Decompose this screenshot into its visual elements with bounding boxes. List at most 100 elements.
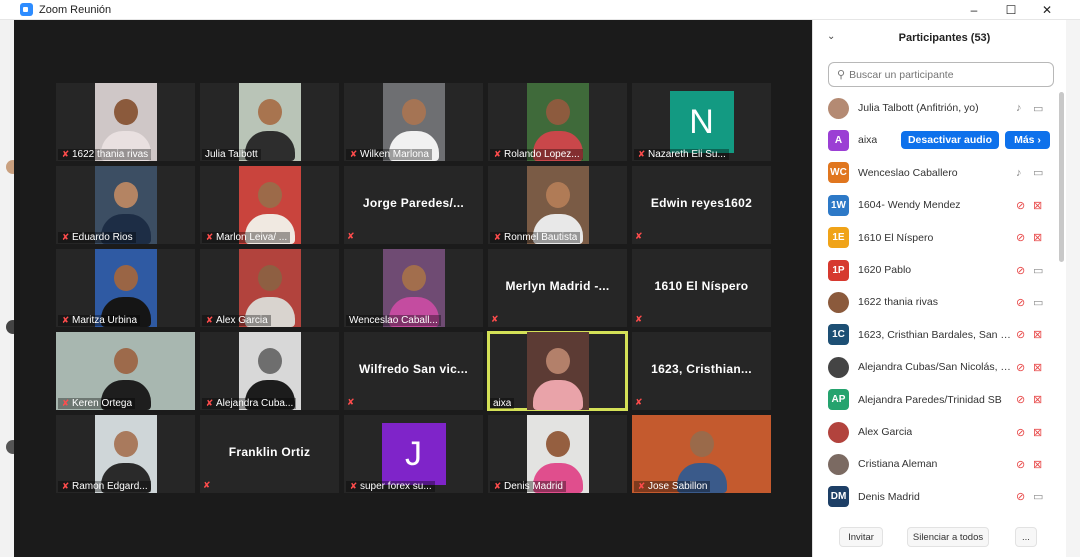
participant-face bbox=[545, 431, 570, 457]
participant-search-input[interactable] bbox=[849, 68, 1040, 81]
more-options-button[interactable]: ... bbox=[1015, 527, 1037, 547]
video-tile[interactable]: ✘ Denis Madrid bbox=[488, 415, 627, 493]
participant-face bbox=[257, 348, 282, 374]
participant-row[interactable]: AP Alejandra Paredes/Trinidad SB ⊘ ⊠ bbox=[813, 384, 1067, 416]
close-button[interactable]: ✕ bbox=[1030, 0, 1064, 20]
mic-muted-icon[interactable]: ⊘ bbox=[1016, 458, 1025, 471]
mic-muted-icon[interactable]: ⊘ bbox=[1016, 490, 1025, 503]
participant-row[interactable]: Aaixa Desactivar audio Más › bbox=[813, 124, 1067, 156]
mute-participant-button[interactable]: Desactivar audio bbox=[901, 131, 999, 150]
participant-row[interactable]: 1E 1610 El Níspero ⊘ ⊠ bbox=[813, 222, 1067, 254]
video-tile[interactable]: N ✘ Nazareth Eli Su... bbox=[632, 83, 771, 161]
participant-row[interactable]: Alejandra Cubas/San Nicolás, SB. ⊘ ⊠ bbox=[813, 351, 1067, 383]
mic-muted-icon[interactable]: ⊘ bbox=[1016, 361, 1025, 374]
video-tile[interactable]: aixa bbox=[487, 331, 628, 411]
mic-muted-icon[interactable]: ⊘ bbox=[1016, 199, 1025, 212]
minimize-button[interactable]: – bbox=[957, 0, 991, 20]
camera-off-icon[interactable]: ⊠ bbox=[1033, 231, 1042, 244]
video-tile[interactable]: ✘ Wilken Marlona bbox=[344, 83, 483, 161]
participant-row[interactable]: DM Denis Madrid ⊘ ▭ bbox=[813, 481, 1067, 513]
desktop-background-right bbox=[1066, 20, 1080, 557]
video-tile[interactable]: ✘ Alejandra Cuba... bbox=[200, 332, 339, 410]
participant-name: Julia Talbott bbox=[205, 149, 258, 160]
participant-name-placeholder: Merlyn Madrid -... bbox=[505, 279, 610, 293]
video-tile[interactable]: Wilfredo San vic... ✘ bbox=[344, 332, 483, 410]
camera-off-icon[interactable]: ⊠ bbox=[1033, 328, 1042, 341]
video-tile[interactable]: 1623, Cristhian... ✘ bbox=[632, 332, 771, 410]
video-tile[interactable]: 1610 El Níspero ✘ bbox=[632, 249, 771, 327]
video-tile[interactable]: Merlyn Madrid -... ✘ bbox=[488, 249, 627, 327]
participant-name: aixa bbox=[858, 134, 878, 147]
participant-row[interactable]: Alex Garcia ⊘ ⊠ bbox=[813, 416, 1067, 448]
camera-icon[interactable]: ▭ bbox=[1033, 264, 1043, 277]
participant-name: 1622 thania rivas bbox=[858, 296, 938, 309]
participant-name: 1623, Cristhian Bardales, San Pe... bbox=[858, 328, 1013, 341]
participant-avatar: A bbox=[828, 129, 849, 151]
video-tile[interactable]: Jorge Paredes/... ✘ bbox=[344, 166, 483, 244]
video-tile[interactable]: ✘ Rolando Lopez... bbox=[488, 83, 627, 161]
video-tile[interactable]: ✘ Keren Ortega bbox=[56, 332, 195, 410]
mic-muted-icon[interactable]: ⊘ bbox=[1016, 264, 1025, 277]
more-participant-button[interactable]: Más › bbox=[1005, 131, 1050, 150]
mic-muted-icon[interactable]: ⊘ bbox=[1016, 231, 1025, 244]
participant-row[interactable]: WC Wenceslao Caballero ♪ ▭ bbox=[813, 157, 1067, 189]
participant-name-placeholder: Jorge Paredes/... bbox=[362, 196, 465, 210]
camera-off-icon[interactable]: ⊠ bbox=[1033, 458, 1042, 471]
participant-name: 1610 El Níspero bbox=[858, 231, 934, 244]
video-tile[interactable]: Wenceslao Caball... bbox=[344, 249, 483, 327]
camera-off-icon[interactable]: ⊠ bbox=[1033, 393, 1042, 406]
camera-off-icon[interactable]: ⊠ bbox=[1033, 426, 1042, 439]
camera-icon[interactable]: ▭ bbox=[1033, 102, 1043, 115]
mic-muted-icon[interactable]: ⊘ bbox=[1016, 296, 1025, 309]
participant-name-placeholder: Edwin reyes1602 bbox=[650, 196, 753, 210]
mic-muted-icon: ✘ bbox=[493, 481, 502, 491]
camera-icon[interactable]: ▭ bbox=[1033, 166, 1043, 179]
participant-row[interactable]: Julia Talbott (Anfitrión, yo) ♪ ▭ bbox=[813, 92, 1067, 124]
participant-name: Ramon Edgard... bbox=[72, 481, 148, 492]
video-tile[interactable]: ✘ Ronmel Bautista bbox=[488, 166, 627, 244]
video-tile[interactable]: ✘ Alex Garcia bbox=[200, 249, 339, 327]
video-tile[interactable]: Julia Talbott bbox=[200, 83, 339, 161]
desktop-background-left bbox=[0, 20, 20, 557]
participant-name-placeholder: 1610 El Níspero bbox=[654, 279, 749, 293]
participant-face bbox=[113, 182, 138, 208]
scrollbar-thumb[interactable] bbox=[1059, 92, 1064, 262]
participant-name-label: ✘ Ramon Edgard... bbox=[58, 481, 151, 492]
participant-avatar: 1C bbox=[828, 324, 849, 346]
video-tile[interactable]: ✘ Ramon Edgard... bbox=[56, 415, 195, 493]
chevron-down-icon[interactable]: ⌄ bbox=[827, 31, 835, 42]
participant-avatar bbox=[828, 97, 849, 119]
camera-icon[interactable]: ▭ bbox=[1033, 296, 1043, 309]
video-tile[interactable]: Edwin reyes1602 ✘ bbox=[632, 166, 771, 244]
microphone-icon[interactable]: ♪ bbox=[1016, 102, 1022, 114]
mic-muted-icon: ✘ bbox=[637, 149, 646, 159]
participant-search-box[interactable]: ⚲ bbox=[828, 62, 1054, 87]
participant-row[interactable]: 1P 1620 Pablo ⊘ ▭ bbox=[813, 254, 1067, 286]
camera-icon[interactable]: ▭ bbox=[1033, 490, 1043, 503]
participant-name-label: aixa bbox=[490, 398, 515, 409]
mute-all-button[interactable]: Silenciar a todos bbox=[907, 527, 989, 547]
mic-muted-icon[interactable]: ⊘ bbox=[1016, 393, 1025, 406]
participant-row[interactable]: 1622 thania rivas ⊘ ▭ bbox=[813, 286, 1067, 318]
video-tile[interactable]: ✘ Eduardo Rios bbox=[56, 166, 195, 244]
participant-row[interactable]: Cristiana Aleman ⊘ ⊠ bbox=[813, 448, 1067, 480]
microphone-icon[interactable]: ♪ bbox=[1016, 167, 1022, 179]
mic-muted-icon: ✘ bbox=[635, 314, 643, 324]
camera-off-icon[interactable]: ⊠ bbox=[1033, 361, 1042, 374]
mic-muted-icon[interactable]: ⊘ bbox=[1016, 426, 1025, 439]
video-tile[interactable]: Franklin Ortiz ✘ bbox=[200, 415, 339, 493]
camera-off-icon[interactable]: ⊠ bbox=[1033, 199, 1042, 212]
participant-body bbox=[532, 380, 583, 410]
invite-button[interactable]: Invitar bbox=[839, 527, 883, 547]
mic-muted-icon[interactable]: ⊘ bbox=[1016, 328, 1025, 341]
video-tile[interactable]: ✘ Maritza Urbina bbox=[56, 249, 195, 327]
video-tile[interactable]: ✘ Jose Sabillon bbox=[632, 415, 771, 493]
maximize-button[interactable]: ☐ bbox=[994, 0, 1028, 20]
video-tile[interactable]: ✘ Marlon Leiva/ ... bbox=[200, 166, 339, 244]
video-tile[interactable]: ✘ 1622 thania rivas bbox=[56, 83, 195, 161]
participant-list-scrollbar[interactable] bbox=[1059, 90, 1064, 520]
participant-row[interactable]: 1C 1623, Cristhian Bardales, San Pe... ⊘ ⊠ bbox=[813, 319, 1067, 351]
search-icon: ⚲ bbox=[837, 69, 846, 81]
participant-row[interactable]: 1W 1604- Wendy Mendez ⊘ ⊠ bbox=[813, 189, 1067, 221]
video-tile[interactable]: J ✘ super forex su... bbox=[344, 415, 483, 493]
